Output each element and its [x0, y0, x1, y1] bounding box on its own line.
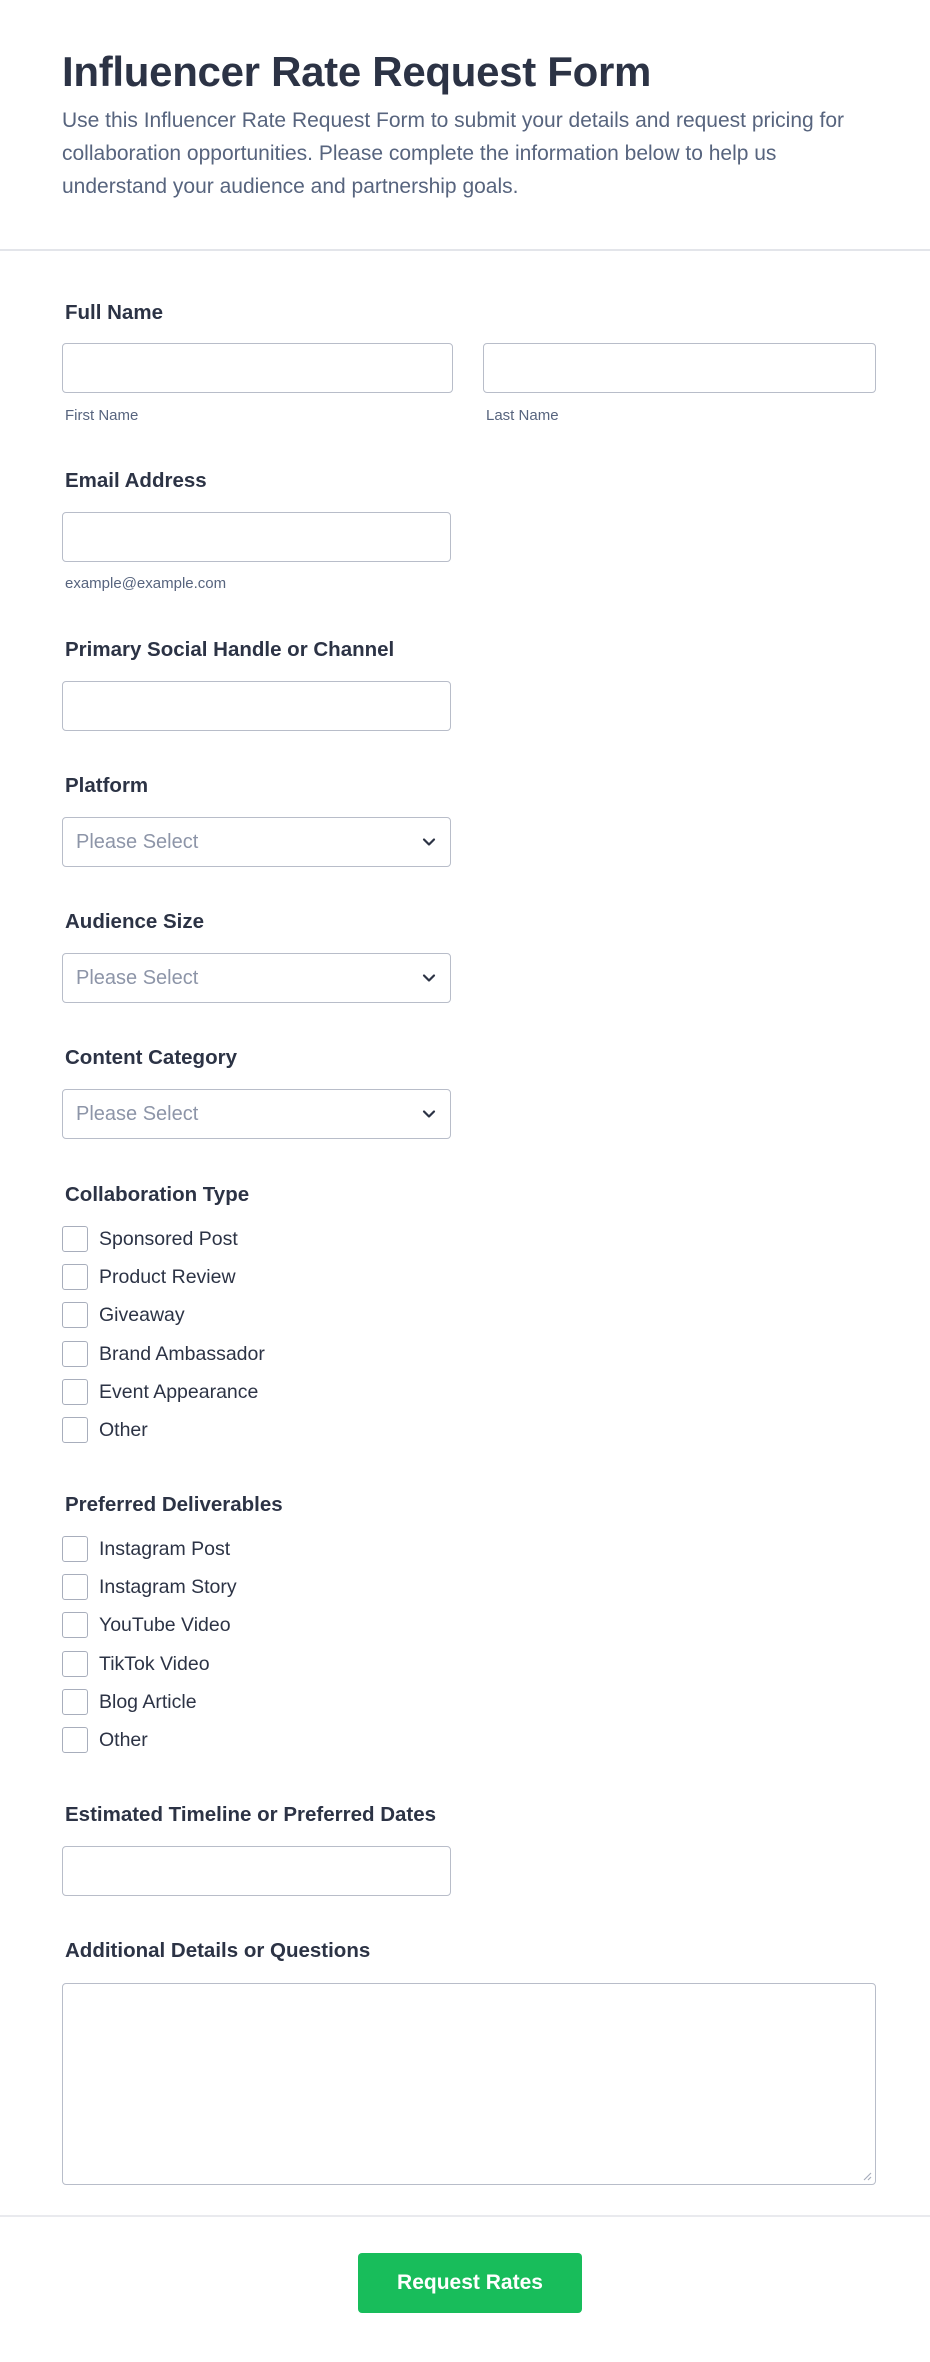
checkbox[interactable]	[62, 1302, 88, 1328]
checkbox-label: Blog Article	[99, 1691, 197, 1713]
checkbox-label: Product Review	[99, 1266, 236, 1288]
last-name-sublabel: Last Name	[486, 407, 559, 424]
checkbox-label: YouTube Video	[99, 1614, 231, 1636]
checkbox-label: Brand Ambassador	[99, 1343, 265, 1365]
details-label: Additional Details or Questions	[65, 1939, 371, 1962]
audience-size-label: Audience Size	[65, 910, 204, 933]
collaboration-type-label: Collaboration Type	[65, 1183, 250, 1206]
checkbox[interactable]	[62, 1264, 88, 1290]
checkbox[interactable]	[62, 1536, 88, 1562]
content-category-selected-value: Please Select	[76, 1103, 199, 1125]
email-input[interactable]	[62, 512, 451, 562]
checkbox-label: Other	[99, 1729, 148, 1751]
email-label: Email Address	[65, 469, 207, 492]
resize-grip-icon[interactable]	[862, 2171, 872, 2181]
first-name-sublabel: First Name	[65, 407, 139, 424]
checkbox-label: Event Appearance	[99, 1381, 259, 1403]
form-title: Influencer Rate Request Form	[62, 48, 652, 95]
checkbox[interactable]	[62, 1417, 88, 1443]
platform-selected-value: Please Select	[76, 831, 199, 853]
email-sublabel: example@example.com	[65, 575, 227, 592]
chevron-down-icon	[422, 838, 436, 846]
timeline-label: Estimated Timeline or Preferred Dates	[65, 1803, 437, 1826]
checkbox-label: Other	[99, 1419, 148, 1441]
checkbox-label: TikTok Video	[99, 1653, 210, 1675]
chevron-down-icon	[422, 1110, 436, 1118]
checkbox[interactable]	[62, 1689, 88, 1715]
first-name-input[interactable]	[62, 343, 453, 393]
content-category-label: Content Category	[65, 1046, 237, 1069]
checkbox[interactable]	[62, 1727, 88, 1753]
audience-size-selected-value: Please Select	[76, 967, 199, 989]
checkbox[interactable]	[62, 1612, 88, 1638]
platform-select[interactable]: Please Select	[62, 817, 451, 867]
checkbox-label: Giveaway	[99, 1304, 185, 1326]
checkbox[interactable]	[62, 1379, 88, 1405]
form-description: Use this Influencer Rate Request Form to…	[62, 109, 845, 198]
last-name-input[interactable]	[483, 343, 876, 393]
social-handle-label: Primary Social Handle or Channel	[65, 638, 395, 661]
full-name-label: Full Name	[65, 301, 163, 324]
form-header: Influencer Rate Request Form Use this In…	[0, 0, 930, 251]
platform-label: Platform	[65, 774, 149, 797]
checkbox-label: Instagram Post	[99, 1538, 231, 1560]
request-rates-button[interactable]: Request Rates	[358, 2253, 582, 2313]
checkbox[interactable]	[62, 1651, 88, 1677]
chevron-down-icon	[422, 974, 436, 982]
checkbox[interactable]	[62, 1341, 88, 1367]
checkbox-label: Instagram Story	[99, 1576, 237, 1598]
checkbox-label: Sponsored Post	[99, 1228, 238, 1250]
content-category-select[interactable]: Please Select	[62, 1089, 451, 1139]
checkbox[interactable]	[62, 1574, 88, 1600]
social-handle-input[interactable]	[62, 681, 451, 731]
footer-divider	[0, 2215, 930, 2217]
checkbox[interactable]	[62, 1226, 88, 1252]
deliverables-label: Preferred Deliverables	[65, 1493, 283, 1516]
timeline-input[interactable]	[62, 1846, 451, 1896]
details-textarea[interactable]	[62, 1983, 876, 2185]
audience-size-select[interactable]: Please Select	[62, 953, 451, 1003]
